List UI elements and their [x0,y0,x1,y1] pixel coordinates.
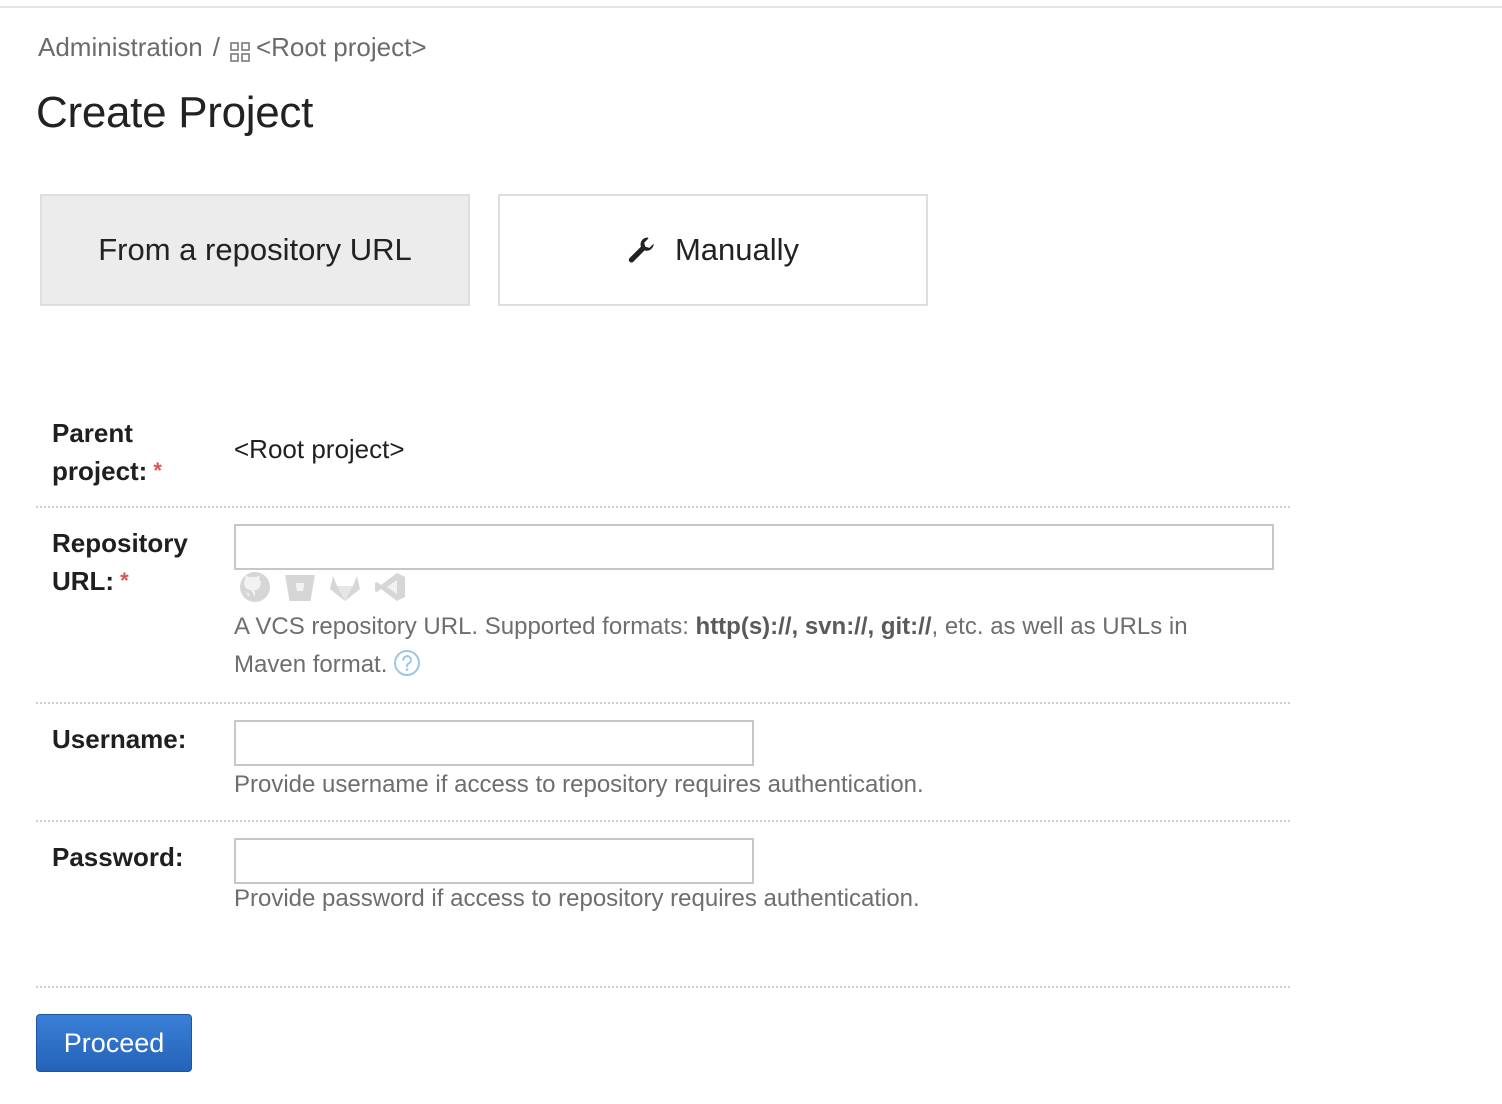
password-help: Provide password if access to repository… [234,885,920,912]
username-input[interactable] [234,720,754,766]
username-help: Provide username if access to repository… [234,771,924,798]
manually-tab[interactable]: Manually [498,194,928,306]
password-input[interactable] [234,838,754,884]
form-footer-divider [36,986,1290,988]
username-label: Username: [52,724,187,754]
parent-project-value: <Root project> [234,434,405,464]
parent-project-label: Parent project: * [52,418,162,486]
wrench-icon [627,235,657,265]
supported-formats: http(s)://, svn://, git:// [695,613,932,640]
from-repository-url-tab[interactable]: From a repository URL [40,194,470,306]
breadcrumb-root-project-link[interactable]: <Root project> [256,32,427,63]
password-label: Password: [52,842,184,872]
proceed-button[interactable]: Proceed [36,1014,192,1072]
project-grid-icon [230,38,250,62]
page-title: Create Project [36,88,314,137]
row-divider [36,506,1290,508]
help-question-icon[interactable] [393,649,421,677]
from-repository-url-label: From a repository URL [98,232,412,267]
top-divider [0,6,1502,8]
manually-label: Manually [674,232,800,267]
row-divider [36,820,1290,822]
breadcrumb-separator: / [212,32,220,62]
vcs-icons [238,570,418,604]
bitbucket-icon[interactable] [283,570,317,604]
gitlab-icon[interactable] [328,570,362,604]
repository-url-input[interactable] [234,524,1274,570]
repository-url-label: Repository URL: * [52,528,188,596]
row-divider [36,702,1290,704]
breadcrumb: Administration / <Root project> [38,32,427,63]
breadcrumb-administration-link[interactable]: Administration [38,32,203,63]
github-icon[interactable] [238,570,272,604]
required-marker: * [120,568,129,593]
azure-devops-icon[interactable] [373,570,407,604]
required-marker: * [153,458,162,483]
repository-url-help: A VCS repository URL. Supported formats:… [234,613,1188,678]
